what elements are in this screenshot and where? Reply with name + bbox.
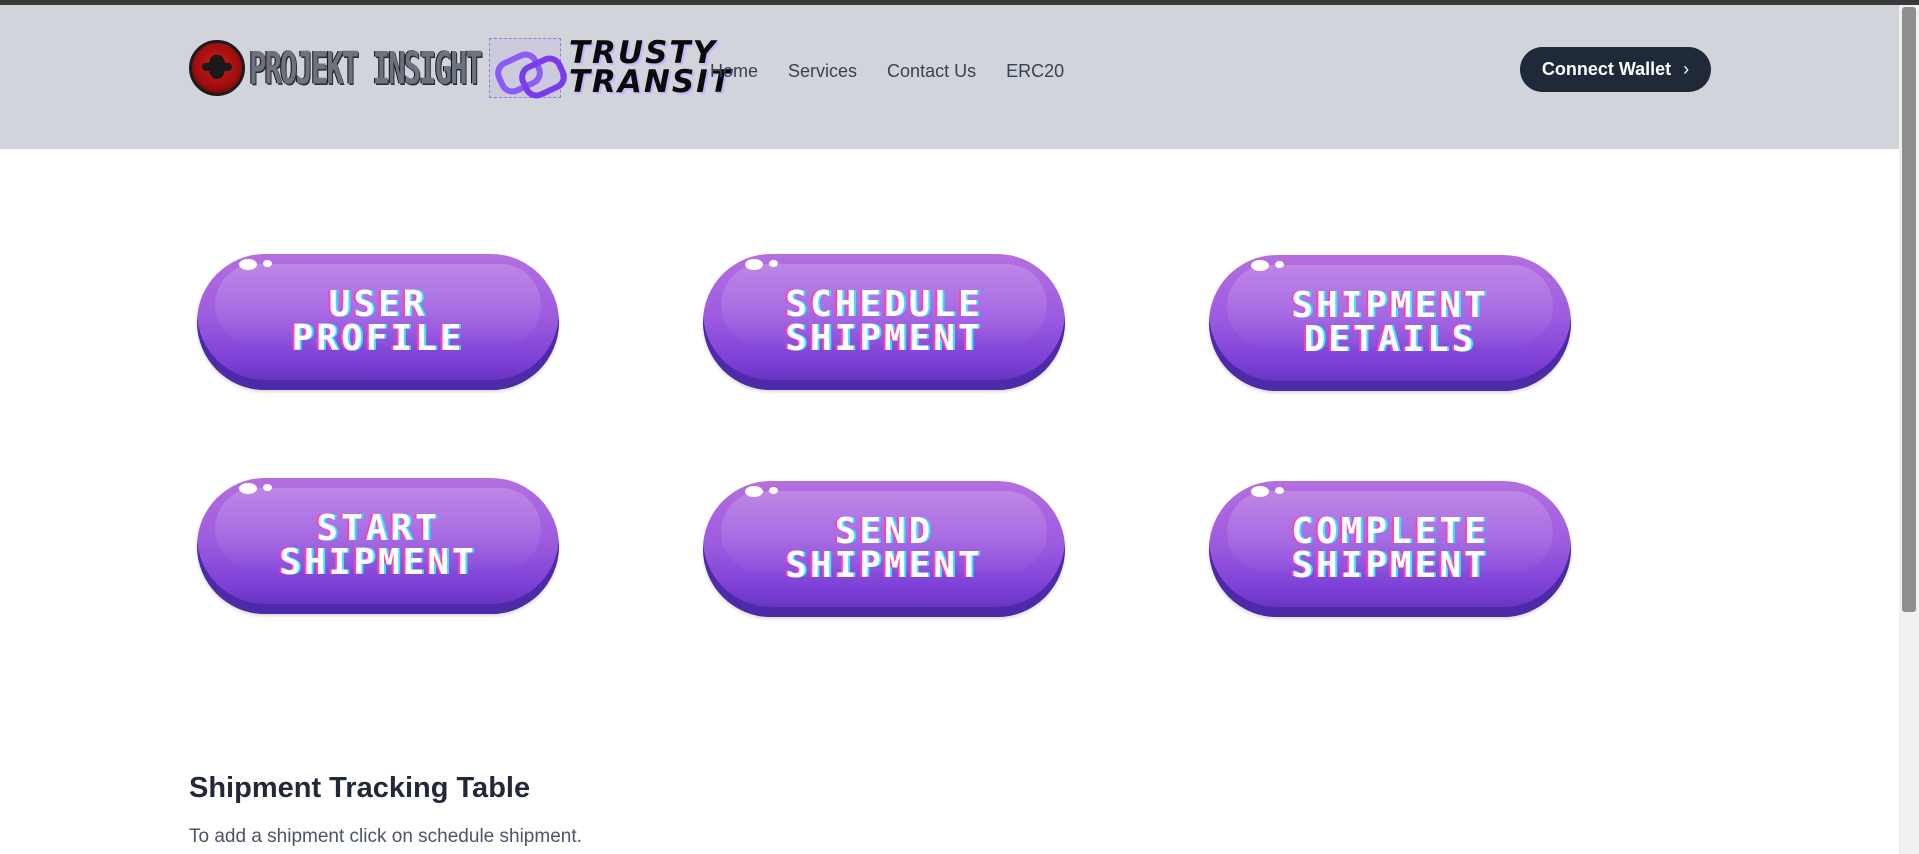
gloss-highlight: [263, 484, 272, 491]
logo-trusty-transit-text: TRUSTY TRANSIT: [568, 38, 733, 100]
gloss-highlight: [769, 260, 778, 267]
gloss-highlight: [1275, 261, 1284, 268]
user-profile-button[interactable]: USER PROFILE: [197, 254, 559, 390]
page-scrollbar[interactable]: [1899, 5, 1919, 854]
complete-shipment-label: COMPLETE SHIPMENT: [1291, 511, 1489, 586]
schedule-shipment-label: SCHEDULE SHIPMENT: [785, 284, 983, 359]
nav-services[interactable]: Services: [788, 61, 857, 82]
logo-projekt-insight-text: PROJEKT INSIGHT: [249, 41, 483, 95]
gloss-highlight: [239, 259, 257, 270]
connect-wallet-button[interactable]: Connect Wallet ›: [1520, 47, 1711, 92]
gloss-highlight: [263, 260, 272, 267]
gloss-highlight: [769, 487, 778, 494]
connect-wallet-label: Connect Wallet: [1541, 59, 1672, 79]
logo-line-2: TRANSIT: [568, 64, 733, 100]
gloss-highlight: [1275, 487, 1284, 494]
chain-link-icon: [488, 38, 561, 98]
eagle-emblem-icon: [189, 40, 245, 96]
shipment-tracking-title: Shipment Tracking Table: [189, 772, 531, 804]
gloss-highlight: [1251, 486, 1269, 497]
user-profile-label: USER PROFILE: [291, 284, 465, 359]
shipment-tracking-subtitle: To add a shipment click on schedule ship…: [189, 826, 582, 847]
complete-shipment-button[interactable]: COMPLETE SHIPMENT: [1209, 481, 1571, 617]
gloss-highlight: [1251, 260, 1269, 271]
send-shipment-button[interactable]: SEND SHIPMENT: [703, 481, 1065, 617]
main-nav: Home Services Contact Us ERC20: [710, 61, 1064, 82]
nav-contact-us[interactable]: Contact Us: [887, 61, 976, 82]
send-shipment-label: SEND SHIPMENT: [785, 511, 983, 586]
site-logo[interactable]: PROJEKT INSIGHT TRUSTY TRANSIT: [189, 35, 733, 101]
start-shipment-label: START SHIPMENT: [279, 508, 477, 583]
nav-home[interactable]: Home: [710, 61, 758, 82]
shipment-details-button[interactable]: SHIPMENT DETAILS: [1209, 255, 1571, 391]
nav-erc20[interactable]: ERC20: [1006, 61, 1064, 82]
gloss-highlight: [745, 259, 763, 270]
gloss-highlight: [239, 483, 257, 494]
scrollbar-thumb[interactable]: [1902, 7, 1916, 612]
schedule-shipment-button[interactable]: SCHEDULE SHIPMENT: [703, 254, 1065, 390]
start-shipment-button[interactable]: START SHIPMENT: [197, 478, 559, 614]
shipment-details-label: SHIPMENT DETAILS: [1291, 285, 1489, 360]
site-header: PROJEKT INSIGHT TRUSTY TRANSIT Home Serv…: [0, 5, 1899, 149]
gloss-highlight: [745, 486, 763, 497]
chevron-right-icon: ›: [1683, 59, 1690, 79]
